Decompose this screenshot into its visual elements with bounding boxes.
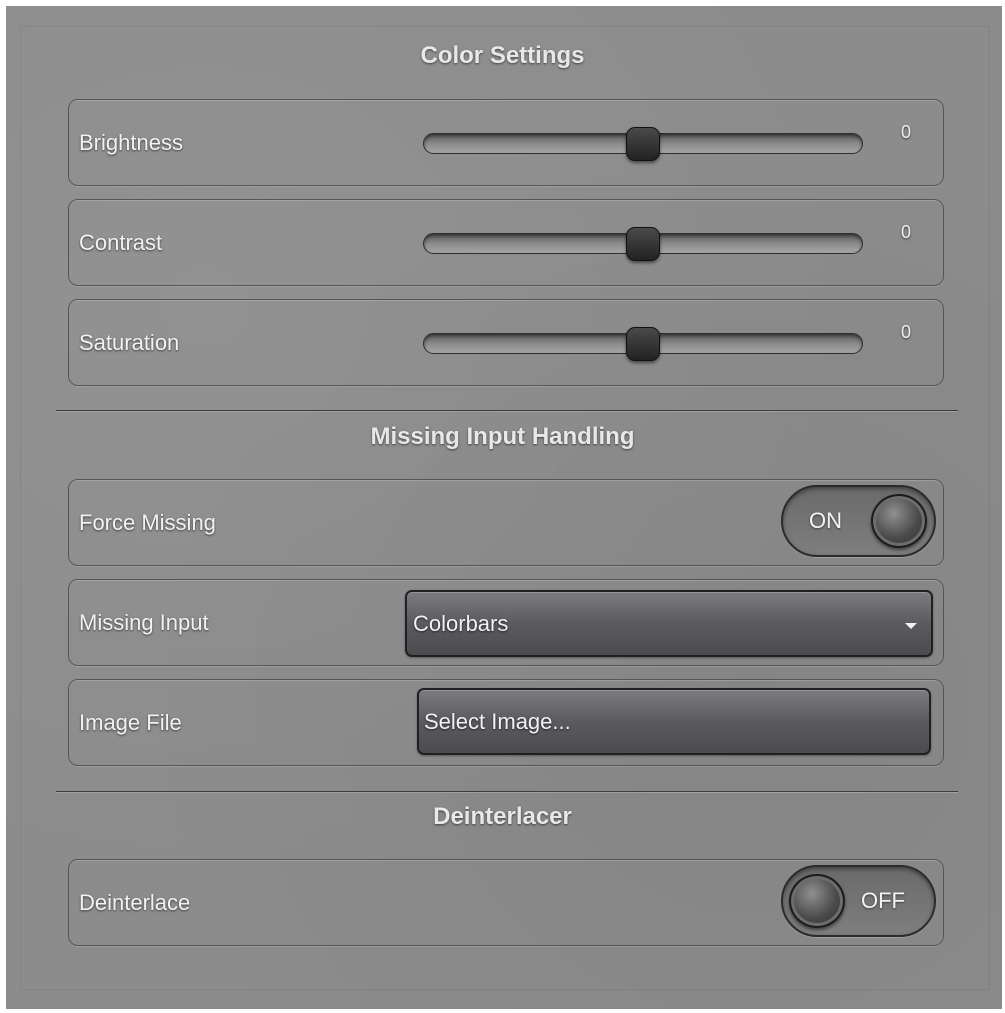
contrast-slider-thumb[interactable] [626, 227, 660, 261]
saturation-value: 0 [900, 322, 911, 342]
contrast-value: 0 [900, 222, 911, 242]
force-missing-toggle[interactable]: ON [781, 485, 936, 557]
deinterlace-toggle-state: OFF [861, 888, 905, 913]
force-missing-label: Force Missing [79, 509, 216, 535]
toggle-knob-icon [871, 494, 927, 548]
saturation-slider-thumb[interactable] [626, 327, 660, 361]
missing-input-row: Missing Input Colorbars [68, 579, 944, 666]
saturation-label: Saturation [79, 329, 180, 355]
select-image-text: Select Image... [424, 708, 571, 734]
brightness-label: Brightness [79, 129, 183, 155]
section-title-deinterlacer: Deinterlacer [433, 803, 572, 830]
contrast-label: Contrast [79, 229, 163, 255]
force-missing-row: Force Missing ON [68, 479, 944, 566]
contrast-slider[interactable] [423, 227, 863, 261]
deinterlace-row: Deinterlace OFF [68, 859, 944, 946]
brightness-row: Brightness 0 [68, 99, 944, 186]
image-file-label: Image File [79, 709, 182, 735]
toggle-knob-icon [789, 874, 845, 928]
section-divider [56, 791, 958, 793]
saturation-row: Saturation 0 [68, 299, 944, 386]
missing-input-select[interactable]: Colorbars [405, 590, 933, 657]
brightness-slider[interactable] [423, 127, 863, 161]
section-divider [56, 410, 958, 412]
missing-input-selected-value: Colorbars [413, 610, 509, 636]
force-missing-toggle-state: ON [809, 508, 842, 533]
contrast-row: Contrast 0 [68, 199, 944, 286]
deinterlace-label: Deinterlace [79, 889, 191, 915]
deinterlace-toggle[interactable]: OFF [781, 865, 936, 937]
chevron-down-icon [905, 623, 917, 629]
section-title-missing-input-handling: Missing Input Handling [370, 423, 635, 450]
select-image-button[interactable]: Select Image... [417, 688, 931, 755]
brightness-slider-thumb[interactable] [626, 127, 660, 161]
saturation-slider[interactable] [423, 327, 863, 361]
image-file-row: Image File Select Image... [68, 679, 944, 766]
missing-input-label: Missing Input [79, 609, 209, 635]
section-title-color-settings: Color Settings [420, 42, 585, 69]
brightness-value: 0 [900, 122, 911, 142]
